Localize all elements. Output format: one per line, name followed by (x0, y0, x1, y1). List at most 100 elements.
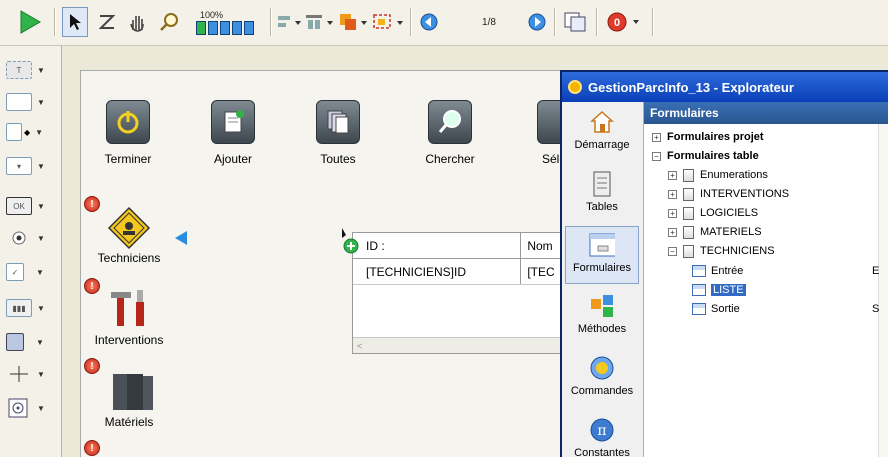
expand-icon[interactable]: + (668, 208, 677, 218)
object-palette: T ▼ ▼ ◆ ▼ ▾ ▼ OK ▼ ▼ ✓ ▼ ▮▮▮ ▼ ▼ ▼ ▼ (0, 46, 62, 457)
cell-id: [TECHNICIENS]ID (353, 259, 522, 284)
tree-node-form[interactable]: Sortie S (692, 300, 888, 318)
align-menu[interactable] (276, 7, 302, 37)
sidebar-item-formulaires[interactable]: Formulaires (565, 226, 639, 284)
tree-node-projet[interactable]: + Formulaires projet (652, 128, 764, 146)
hand-icon (130, 16, 144, 32)
tree-node-table-item[interactable]: + MATERIELS (668, 223, 762, 241)
stepper-icon (6, 123, 22, 141)
distribute-menu[interactable] (304, 7, 334, 37)
technician-sign-icon (107, 206, 151, 250)
tree-node-table-item[interactable]: − TECHNICIENS (668, 242, 775, 260)
arrow-left-icon (175, 231, 187, 245)
form-icon (692, 284, 706, 296)
chercher-button[interactable]: Chercher (420, 100, 480, 166)
table-icon (683, 187, 694, 201)
expand-icon[interactable]: + (668, 189, 677, 199)
add-document-icon (211, 100, 255, 144)
layer-menu[interactable] (338, 7, 368, 37)
tree-node-form-selected[interactable]: LISTE (692, 281, 888, 299)
terminer-label: Terminer (104, 152, 152, 166)
sidebar-item-tables[interactable]: Tables (565, 166, 639, 224)
listbox-header: ID : Nom (353, 233, 561, 259)
previous-page-button[interactable] (416, 7, 442, 37)
form-flag: S (872, 303, 880, 315)
pointer-icon (70, 14, 81, 30)
tree-node-table-item[interactable]: + INTERVENTIONS (668, 185, 789, 203)
table-icon (683, 244, 694, 258)
materiels-nav[interactable]: Matériels (84, 372, 174, 429)
table-row[interactable]: [TECHNICIENS]ID [TEC (353, 259, 561, 285)
methods-icon (589, 293, 615, 319)
tree-node-form[interactable]: Entrée E (692, 262, 888, 280)
palette-progress-tool[interactable]: ▮▮▮ ▼ (6, 294, 58, 322)
page-zero-button[interactable] (560, 7, 590, 37)
group-menu[interactable] (372, 7, 404, 37)
table-icon (683, 168, 694, 182)
delete-badge-icon[interactable]: ! (84, 440, 100, 456)
svg-text:π: π (597, 423, 606, 439)
horizontal-scrollbar[interactable]: < (353, 337, 561, 353)
expand-icon[interactable]: + (668, 170, 677, 180)
ajouter-button[interactable]: Ajouter (203, 100, 263, 166)
explorer-content: Formulaires + Formulaires projet − Formu… (644, 102, 888, 457)
commands-icon (589, 355, 615, 381)
tree-node-table-item[interactable]: + Enumerations (668, 166, 768, 184)
expand-icon[interactable]: + (668, 227, 677, 237)
ajouter-label: Ajouter (213, 152, 253, 166)
header-id[interactable]: ID : (353, 233, 522, 258)
interventions-nav[interactable]: Interventions (84, 286, 174, 347)
previous-page-icon (420, 13, 438, 31)
table-icon (683, 225, 694, 239)
sidebar-item-demarrage[interactable]: Démarrage (565, 104, 639, 162)
collapse-icon[interactable]: − (652, 151, 661, 161)
hand-tool[interactable] (124, 7, 150, 37)
run-button[interactable] (14, 7, 46, 37)
sidebar-item-commandes[interactable]: Commandes (565, 350, 639, 408)
palette-field-tool[interactable]: ▼ (6, 88, 58, 116)
zoom-tool[interactable] (156, 7, 182, 37)
main-toolbar: 100% 1/8 0 (0, 0, 888, 46)
palette-checkbox-tool[interactable]: ✓ ▼ (6, 258, 58, 286)
palette-stepper-tool[interactable]: ◆ ▼ (6, 118, 58, 146)
tree-label: LISTE (711, 284, 746, 296)
palette-dropdown-tool[interactable]: ▾ ▼ (6, 152, 58, 180)
explorer-title-bar[interactable]: GestionParcInfo_13 - Explorateur (562, 72, 888, 102)
palette-radio-tool[interactable]: ▼ (6, 224, 58, 252)
form-icon (692, 303, 706, 315)
tools-icon (111, 290, 144, 326)
entry-order-tool[interactable] (94, 7, 120, 37)
expand-icon[interactable]: + (652, 132, 661, 142)
tree-label-projet: Formulaires projet (667, 131, 764, 143)
header-nom[interactable]: Nom (521, 233, 561, 258)
pointer-tool[interactable] (62, 7, 88, 37)
sidebar-item-methodes[interactable]: Méthodes (565, 288, 639, 346)
techniciens-nav[interactable]: Techniciens (84, 206, 174, 265)
sidebar-item-constantes[interactable]: π Constantes (565, 412, 639, 457)
palette-text-tool[interactable]: T ▼ (6, 56, 58, 84)
tree-label: MATERIELS (700, 226, 762, 238)
next-page-button[interactable] (524, 7, 550, 37)
svg-text:0: 0 (614, 17, 620, 29)
power-icon (106, 100, 150, 144)
sidebar-label-demarrage: Démarrage (574, 139, 630, 151)
terminer-button[interactable]: Terminer (98, 100, 158, 166)
tree-node-table-item[interactable]: + LOGICIELS (668, 204, 758, 222)
palette-button-tool[interactable]: OK ▼ (6, 192, 58, 220)
palette-webarea-tool[interactable]: ▼ (6, 394, 58, 422)
zoom-bars-icon (196, 20, 254, 35)
zoom-level-control[interactable]: 100% (196, 7, 264, 37)
tree-label: Sortie (711, 303, 740, 315)
explorer-sidebar: Démarrage Tables Formulaires Méthodes Co… (562, 102, 644, 457)
toutes-label: Toutes (320, 152, 356, 166)
palette-line-tool[interactable]: ▼ (6, 360, 58, 388)
add-column-icon[interactable] (340, 226, 362, 258)
toutes-button[interactable]: Toutes (308, 100, 368, 166)
palette-rectangle-tool[interactable]: ▼ (6, 328, 58, 356)
dropdown-icon: ▾ (6, 157, 32, 175)
tree-node-table[interactable]: − Formulaires table (652, 147, 759, 165)
radio-icon (12, 231, 26, 245)
object-methods-menu[interactable]: 0 (604, 7, 644, 37)
techniciens-listbox[interactable]: ID : Nom [TECHNICIENS]ID [TEC < (352, 232, 562, 354)
collapse-icon[interactable]: − (668, 246, 677, 256)
